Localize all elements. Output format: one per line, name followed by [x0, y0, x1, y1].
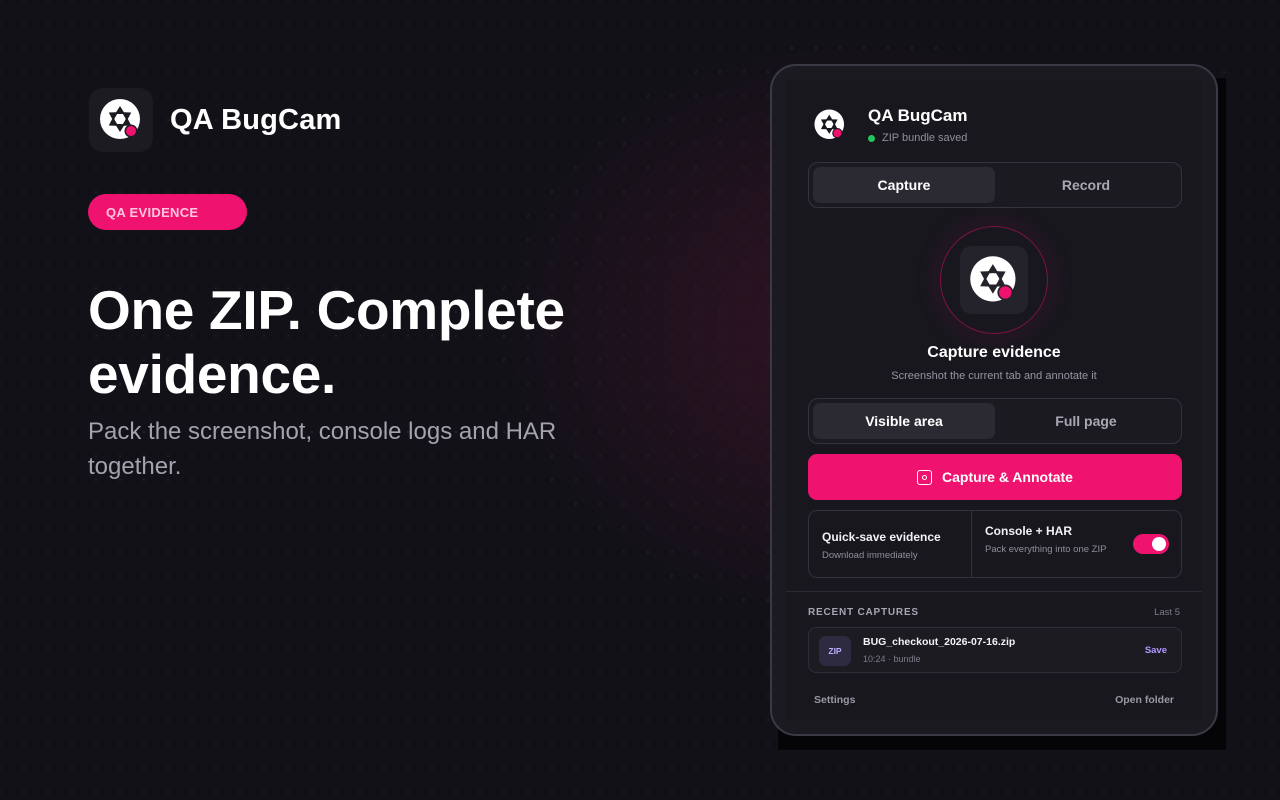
options-row: Quick-save evidence Download immediately…	[808, 510, 1182, 578]
capture-subtitle: Screenshot the current tab and annotate …	[891, 370, 1097, 382]
camera-icon	[917, 469, 933, 485]
quick-save-title: Quick-save evidence	[822, 530, 941, 544]
save-link[interactable]: Save	[1145, 645, 1167, 656]
settings-link[interactable]: Settings	[814, 694, 855, 706]
quick-save-option[interactable]: Quick-save evidence Download immediately	[809, 511, 971, 577]
camera-shutter-icon	[89, 88, 153, 152]
file-name: BUG_checkout_2026-07-16.zip	[863, 636, 1016, 648]
quick-save-desc: Download immediately	[822, 550, 918, 561]
zip-file-icon: ZIP	[819, 636, 851, 666]
toggle-knob	[1152, 537, 1166, 551]
divider	[786, 591, 1202, 592]
file-meta: 10:24 · bundle	[863, 654, 921, 664]
evidence-badge: QA EVIDENCE	[88, 194, 247, 230]
camera-shutter-icon	[812, 107, 848, 143]
hero-headline: One ZIP. Complete evidence.	[88, 279, 565, 405]
capture-annotate-label: Capture & Annotate	[942, 469, 1073, 485]
tab-full-page[interactable]: Full page	[995, 403, 1177, 439]
capture-title: Capture evidence	[927, 344, 1061, 361]
hero-subline: Pack the screenshot, console logs and HA…	[88, 418, 557, 480]
tab-visible-area[interactable]: Visible area	[813, 403, 995, 439]
recent-captures-count: Last 5	[1154, 607, 1180, 618]
recent-captures-heading: RECENT CAPTURES	[808, 607, 919, 618]
open-folder-link[interactable]: Open folder	[1115, 694, 1174, 706]
status-indicator: ZIP bundle saved	[868, 132, 968, 144]
tab-capture[interactable]: Capture	[813, 167, 995, 203]
popup-panel: QA BugCam ZIP bundle saved Capture Recor…	[786, 80, 1202, 720]
console-har-toggle[interactable]	[1133, 534, 1169, 554]
extension-popup: QA BugCam ZIP bundle saved Capture Recor…	[770, 64, 1218, 736]
console-har-desc: Pack everything into one ZIP	[985, 544, 1107, 555]
popup-title: QA BugCam	[868, 106, 968, 125]
brand: QA BugCam	[89, 88, 342, 152]
status-text: ZIP bundle saved	[882, 132, 968, 144]
capture-annotate-button[interactable]: Capture & Annotate	[808, 454, 1182, 500]
console-har-title: Console + HAR	[985, 524, 1073, 538]
capture-hero-ring	[940, 226, 1048, 334]
mode-tabs: Capture Record	[808, 162, 1182, 208]
camera-shutter-icon	[960, 246, 1028, 314]
popup-header: QA BugCam ZIP bundle saved	[812, 106, 968, 144]
area-tabs: Visible area Full page	[808, 398, 1182, 444]
status-dot-icon	[868, 134, 875, 142]
list-item[interactable]: ZIP BUG_checkout_2026-07-16.zip 10:24 · …	[808, 627, 1182, 673]
console-har-option: Console + HAR Pack everything into one Z…	[971, 511, 1181, 577]
brand-name: QA BugCam	[170, 103, 342, 136]
tab-record[interactable]: Record	[995, 167, 1177, 203]
